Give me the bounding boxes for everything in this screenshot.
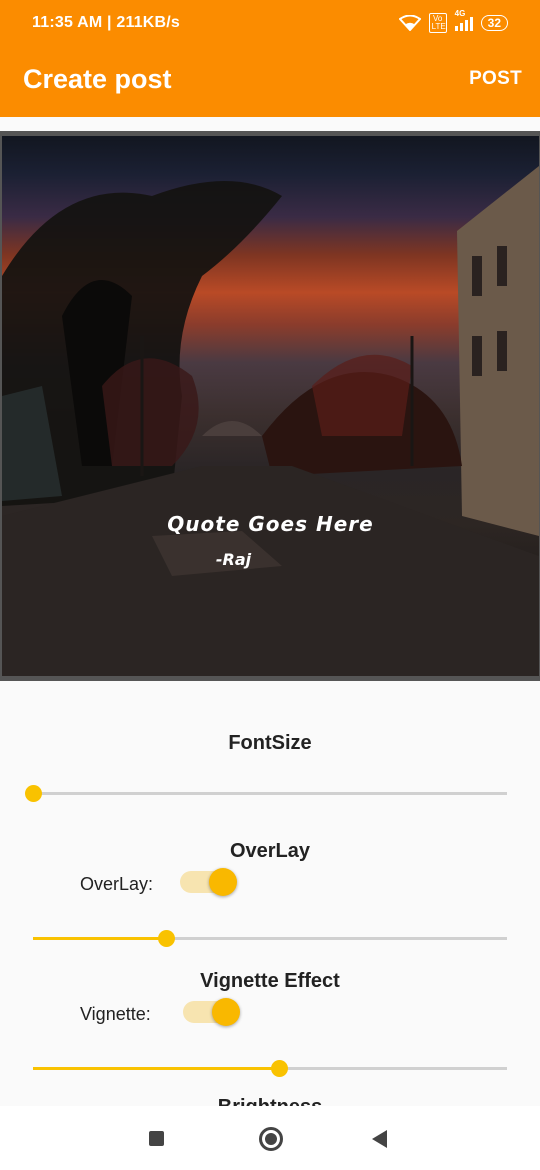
- status-time: 11:35 AM | 211KB/s: [32, 14, 181, 31]
- recents-icon[interactable]: [149, 1131, 164, 1146]
- back-icon[interactable]: [372, 1130, 387, 1148]
- vignette-switch-thumb[interactable]: [212, 998, 240, 1026]
- fontsize-slider[interactable]: [25, 784, 507, 804]
- status-icons: Vo LTE 4G 32: [398, 9, 508, 34]
- street-scene-illustration: [2, 166, 539, 676]
- wifi-icon: [398, 15, 421, 31]
- vignette-slider[interactable]: [33, 1059, 507, 1079]
- vignette-slider-fill: [33, 1067, 279, 1070]
- volte-icon: Vo LTE: [428, 13, 447, 33]
- background-image[interactable]: Quote Goes Here -Raj: [2, 136, 539, 676]
- fontsize-slider-track: [33, 792, 507, 795]
- network-type-label: 4G: [454, 9, 466, 18]
- system-nav-bar: [0, 1106, 540, 1170]
- brightness-heading: Brightness: [0, 1096, 540, 1106]
- home-icon[interactable]: [259, 1127, 283, 1151]
- overlay-slider-thumb[interactable]: [158, 930, 175, 947]
- overlay-switch-thumb[interactable]: [209, 868, 237, 896]
- vignette-heading: Vignette Effect: [200, 970, 340, 992]
- fontsize-slider-thumb[interactable]: [25, 785, 42, 802]
- overlay-heading: OverLay: [229, 840, 311, 862]
- overlay-slider-fill: [33, 937, 166, 940]
- vignette-toggle-label: Vignette:: [80, 1004, 151, 1024]
- fontsize-heading: FontSize: [228, 732, 312, 754]
- page-title: Create post: [23, 64, 172, 94]
- post-button[interactable]: POST: [469, 68, 522, 90]
- app-bar: 11:35 AM | 211KB/s Vo LTE 4G 32 Create p…: [0, 0, 540, 117]
- overlay-slider[interactable]: [33, 929, 507, 949]
- vignette-slider-thumb[interactable]: [271, 1060, 288, 1077]
- quote-author[interactable]: -Raj: [2, 550, 502, 569]
- quote-text[interactable]: Quote Goes Here: [2, 512, 539, 536]
- preview-frame: Quote Goes Here -Raj: [0, 131, 540, 681]
- overlay-toggle-label: OverLay:: [80, 874, 154, 894]
- battery-icon: 32: [480, 15, 508, 31]
- signal-icon: 4G: [454, 9, 473, 31]
